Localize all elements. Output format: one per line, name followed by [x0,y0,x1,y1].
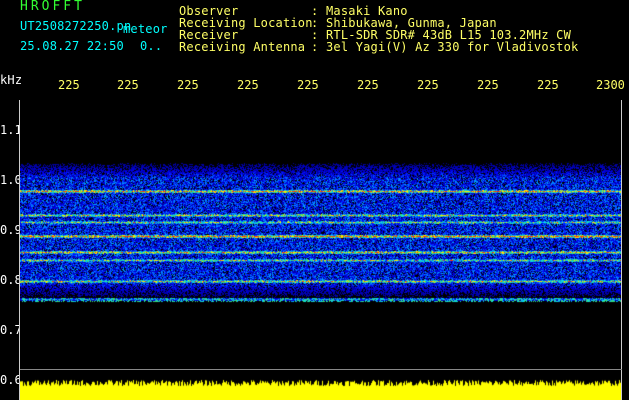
plot-frame-right [621,100,622,400]
antenna-value: 3el Yagi(V) Az 330 for Vladivostok [326,40,579,54]
detection-tag: meteor [123,22,168,36]
image-filename: UT2508272250.pn [20,19,132,33]
x-tick-label: 2300 [596,78,625,92]
meteor-count: 0.. [140,39,163,53]
power-baseline [20,369,622,370]
x-tick-label: 225 [177,78,199,92]
app-title: HROFFT [20,0,85,14]
plot-frame-left [19,100,20,400]
separator: : [311,40,319,54]
x-tick-label: 225 [477,78,499,92]
x-tick-label: 225 [537,78,559,92]
x-tick-label: 225 [417,78,439,92]
x-tick-label: 225 [357,78,379,92]
spectrogram-plot [20,100,622,400]
x-tick-label: 225 [237,78,259,92]
x-tick-label: 225 [117,78,139,92]
timestamp: 25.08.27 22:50 [20,39,124,53]
x-tick-label: 225 [58,78,80,92]
antenna-label: Receiving Antenna [179,40,306,54]
x-tick-label: 225 [297,78,319,92]
y-axis-unit: kHz [0,73,23,87]
